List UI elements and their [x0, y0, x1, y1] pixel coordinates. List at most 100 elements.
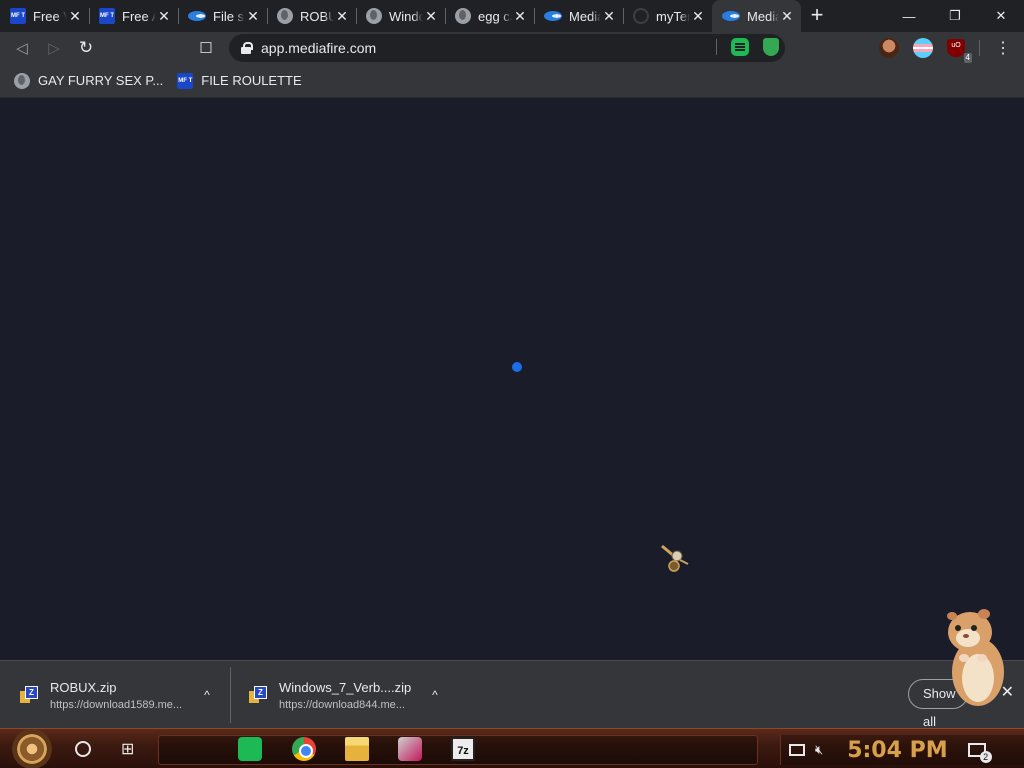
- tab-0[interactable]: MF T Free V ✕: [0, 0, 89, 32]
- search-circle-icon[interactable]: [75, 740, 91, 757]
- clock[interactable]: 5:04 PM: [847, 738, 947, 763]
- mediafire-icon: [544, 11, 562, 21]
- chevron-up-icon[interactable]: ^: [422, 688, 448, 702]
- tab-close-icon[interactable]: ✕: [601, 8, 617, 24]
- globe-icon: [455, 8, 471, 24]
- ublock-label: uO: [951, 42, 961, 49]
- tab-title: File sh: [213, 8, 245, 24]
- address-bar[interactable]: app.mediafire.com: [229, 34, 785, 62]
- download-text: Windows_7_Verb....zip https://download84…: [279, 680, 422, 711]
- system-tray: 🔇︎ 5:04 PM 2: [780, 735, 1024, 765]
- spotify-extension-icon[interactable]: [731, 38, 749, 56]
- mediafire-icon: [188, 11, 206, 21]
- bookmark-label: FILE ROULETTE: [201, 73, 302, 88]
- bookmark-label: GAY FURRY SEX P...: [38, 73, 164, 88]
- zip-file-icon: [20, 686, 38, 704]
- app-icon[interactable]: [398, 737, 422, 761]
- start-button[interactable]: [12, 728, 52, 768]
- restore-button[interactable]: ❐: [932, 0, 978, 32]
- download-shelf: ROBUX.zip https://download1589.me... ^ W…: [0, 660, 1024, 729]
- tab-close-icon[interactable]: ✕: [690, 8, 706, 24]
- bookmark-item[interactable]: MF T FILE ROULETTE: [177, 72, 302, 89]
- globe-icon: [14, 72, 30, 89]
- tab-strip: MF T Free V ✕ MF T Free A ✕ File sh ✕ RO…: [0, 0, 1024, 32]
- bookmarks-bar: GAY FURRY SEX P... MF T FILE ROULETTE: [0, 64, 1024, 98]
- tab-title: Media: [569, 8, 601, 24]
- volume-muted-icon[interactable]: 🔇︎: [815, 742, 823, 758]
- zip-file-icon: [249, 686, 267, 704]
- chevron-up-icon[interactable]: ^: [194, 688, 220, 702]
- bookmark-item[interactable]: GAY FURRY SEX P...: [14, 72, 164, 89]
- taskbar: ⊞ 7z 🔇︎ 5:04 PM 2: [0, 728, 1024, 768]
- minimize-button[interactable]: —: [886, 0, 932, 32]
- toolbar-extensions: uO 4 ⋮: [879, 38, 1012, 63]
- page-content: [0, 98, 1024, 660]
- tab-8-active[interactable]: Media ✕: [712, 0, 801, 32]
- task-view-icon[interactable]: ⊞: [121, 739, 141, 759]
- tab-title: Windo: [389, 8, 423, 24]
- hamster-pet-icon: [947, 609, 1004, 706]
- download-item[interactable]: ROBUX.zip https://download1589.me... ^: [2, 667, 230, 723]
- forward-button[interactable]: ▷: [38, 32, 70, 64]
- globe-icon: [277, 8, 293, 24]
- ublock-icon[interactable]: uO 4: [947, 39, 972, 63]
- file-explorer-icon[interactable]: [345, 737, 369, 761]
- tab-3[interactable]: ROBUX ✕: [267, 0, 356, 32]
- download-url: https://download844.me...: [279, 698, 405, 711]
- window-controls: — ❐ ✕: [886, 0, 1024, 32]
- globe-icon: [366, 8, 382, 24]
- omnibox-extensions: [716, 38, 779, 56]
- url-text[interactable]: app.mediafire.com: [261, 40, 376, 56]
- back-button[interactable]: ◁: [6, 32, 38, 64]
- download-item[interactable]: Windows_7_Verb....zip https://download84…: [230, 667, 458, 723]
- tab-close-icon[interactable]: ✕: [779, 8, 795, 24]
- flag-extension-icon[interactable]: [913, 38, 933, 58]
- menu-icon[interactable]: ⋮: [994, 38, 1012, 58]
- mft-icon: MF T: [177, 72, 194, 89]
- notifications-icon[interactable]: 2: [967, 743, 992, 763]
- screen: MF T Free V ✕ MF T Free A ✕ File sh ✕ RO…: [0, 0, 1024, 768]
- tab-close-icon[interactable]: ✕: [245, 8, 261, 24]
- notification-count: 2: [979, 751, 992, 763]
- download-filename: Windows_7_Verb....zip: [279, 679, 412, 695]
- loading-icon: [633, 8, 649, 24]
- cursor-sprite-icon: [661, 544, 689, 572]
- tab-close-icon[interactable]: ✕: [423, 8, 439, 24]
- tab-2[interactable]: File sh ✕: [178, 0, 267, 32]
- shield-extension-icon[interactable]: [763, 38, 779, 56]
- lock-icon[interactable]: [241, 42, 253, 54]
- browser-toolbar: ◁ ▷ ↻ ☐ app.mediafire.com uO 4 ⋮: [0, 32, 1024, 64]
- new-tab-button[interactable]: +: [801, 0, 833, 32]
- spotify-icon[interactable]: [238, 737, 262, 761]
- tab-4[interactable]: Windo ✕: [356, 0, 445, 32]
- bookmark-icon[interactable]: ☐: [190, 32, 222, 64]
- tab-7[interactable]: myTer ✕: [623, 0, 712, 32]
- chrome-icon[interactable]: [292, 737, 316, 761]
- tab-5[interactable]: egg ca ✕: [445, 0, 534, 32]
- divider: [979, 40, 980, 56]
- avatar-extension-icon[interactable]: [879, 38, 899, 58]
- tab-close-icon[interactable]: ✕: [512, 8, 528, 24]
- tab-title: ROBUX: [300, 8, 334, 24]
- download-url: https://download1589.me...: [50, 698, 183, 711]
- tab-1[interactable]: MF T Free A ✕: [89, 0, 178, 32]
- reload-button[interactable]: ↻: [70, 32, 102, 64]
- close-window-button[interactable]: ✕: [978, 0, 1024, 32]
- tab-title: myTer: [656, 8, 690, 24]
- download-filename: ROBUX.zip: [50, 679, 117, 695]
- network-icon[interactable]: [789, 744, 805, 756]
- tab-6[interactable]: Media ✕: [534, 0, 623, 32]
- download-text: ROBUX.zip https://download1589.me...: [50, 680, 194, 711]
- tab-close-icon[interactable]: ✕: [67, 8, 83, 24]
- mft-icon: MF T: [10, 8, 26, 24]
- tab-title: Media: [747, 8, 779, 24]
- loading-spinner: [512, 362, 522, 372]
- ublock-badge: 4: [963, 53, 972, 63]
- tab-title: Free V: [33, 8, 67, 24]
- tab-close-icon[interactable]: ✕: [334, 8, 350, 24]
- mediafire-icon: [722, 11, 740, 21]
- divider: [716, 39, 717, 55]
- tab-title: egg ca: [478, 8, 512, 24]
- tab-close-icon[interactable]: ✕: [156, 8, 172, 24]
- seven-zip-icon[interactable]: 7z: [451, 737, 475, 761]
